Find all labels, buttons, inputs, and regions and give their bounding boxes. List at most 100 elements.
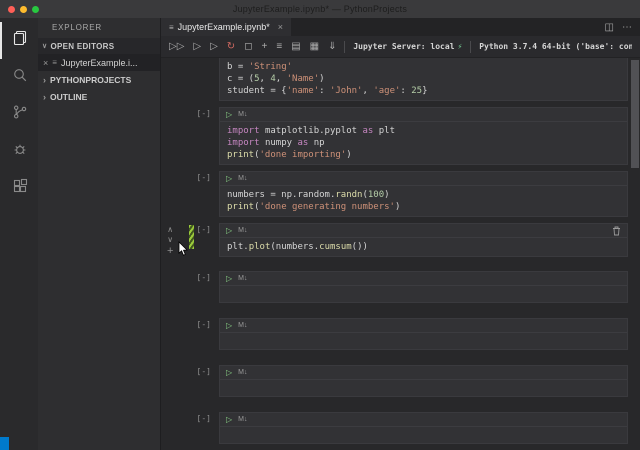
convert-to-markdown-button[interactable]: M↓: [238, 111, 247, 118]
interrupt-kernel-icon[interactable]: ◻: [244, 42, 252, 52]
tabbar-actions: ◫ ⋯: [605, 18, 640, 36]
chevron-right-icon: ›: [43, 75, 46, 85]
status-bar-fragment: [0, 437, 9, 450]
run-cells-below-icon[interactable]: ▷: [193, 42, 201, 52]
server-connected-icon: ⚡: [458, 42, 463, 51]
insert-cell-button[interactable]: +: [167, 245, 173, 257]
open-editor-item[interactable]: × ≡ JupyterExample.i...: [38, 54, 160, 71]
cell-code-editor[interactable]: [220, 333, 627, 349]
mouse-cursor: [178, 241, 189, 257]
notebook-cell: [-] ▷ M↓: [161, 412, 640, 444]
code-line: numbers = np.random.randn(100): [227, 189, 620, 201]
cell-gutter: [-]: [165, 271, 211, 303]
editor-scrollbar[interactable]: [631, 60, 639, 168]
convert-to-markdown-button[interactable]: M↓: [238, 416, 247, 423]
run-cell-button[interactable]: ▷: [226, 227, 232, 235]
tab-label: JupyterExample.ipynb*: [178, 22, 270, 32]
run-cell-button[interactable]: ▷: [226, 275, 232, 283]
tab-bar: ≡ JupyterExample.ipynb* × ◫ ⋯: [161, 18, 640, 36]
cell-container: ▷ M↓: [219, 412, 628, 444]
activity-extensions[interactable]: [0, 170, 38, 207]
notebook-toolbar-icons: ▷▷▷▷↻◻+≡▤▦⇓: [169, 42, 336, 52]
cell-collapse-toggle[interactable]: [-]: [197, 109, 211, 119]
cell-collapse-toggle[interactable]: [-]: [197, 273, 211, 283]
add-cell-icon[interactable]: +: [262, 42, 268, 52]
run-cell-button[interactable]: ▷: [226, 416, 232, 424]
cell-code-editor[interactable]: plt.plot(numbers.cumsum()): [220, 238, 627, 256]
cell-gutter: [-]: [165, 171, 211, 217]
jupyter-server-selector[interactable]: Jupyter Server: local ⚡: [353, 42, 462, 51]
cell-code-editor[interactable]: [220, 427, 627, 443]
delete-cell-button[interactable]: [612, 226, 621, 236]
convert-to-markdown-button[interactable]: M↓: [238, 322, 247, 329]
cell-collapse-toggle[interactable]: [-]: [197, 173, 211, 183]
notebook-cell: [-] ▷ M↓: [161, 365, 640, 397]
convert-cell-icon[interactable]: ≡: [276, 42, 282, 52]
data-viewer-icon[interactable]: ▦: [310, 42, 319, 52]
extensions-icon: [12, 178, 28, 199]
convert-to-markdown-button[interactable]: M↓: [238, 369, 247, 376]
activity-explorer[interactable]: [0, 22, 38, 59]
cell-code-editor[interactable]: import matplotlib.pyplot as pltimport nu…: [220, 122, 627, 164]
close-tab-icon[interactable]: ×: [278, 22, 283, 32]
notebook-cell: b = 'String'c = (5, 4, 'Name')student = …: [161, 58, 640, 101]
move-cell-down-button[interactable]: ∨: [167, 235, 173, 245]
cell-move-controls: ∧∨+: [167, 225, 173, 257]
open-editor-filename: JupyterExample.i...: [61, 58, 138, 68]
code-line: print('done generating numbers'): [227, 201, 620, 213]
jupyter-server-label: Jupyter Server: local: [353, 42, 454, 51]
cell-collapse-toggle[interactable]: [-]: [197, 320, 211, 330]
run-cell-button[interactable]: ▷: [226, 322, 232, 330]
notebook-toolbar: ▷▷▷▷↻◻+≡▤▦⇓ Jupyter Server: local ⚡ Pyth…: [161, 36, 640, 58]
notebook-cells: b = 'String'c = (5, 4, 'Name')student = …: [161, 58, 640, 444]
cell-collapse-toggle[interactable]: [-]: [197, 225, 211, 235]
run-cells-above-icon[interactable]: ▷: [210, 42, 218, 52]
code-line: import matplotlib.pyplot as plt: [227, 125, 620, 137]
close-editor-icon[interactable]: ×: [43, 58, 48, 68]
cell-collapse-toggle[interactable]: [-]: [197, 367, 211, 377]
sidebar-item-pythonprojects[interactable]: › PYTHONPROJECTS: [38, 71, 160, 88]
activity-search[interactable]: [0, 59, 38, 96]
cell-header: ▷ M↓: [220, 319, 627, 333]
tab-jupyterexample[interactable]: ≡ JupyterExample.ipynb* ×: [161, 18, 291, 36]
cell-header: ▷ M↓: [220, 224, 627, 238]
code-line: student = {'name': 'John', 'age': 25}: [227, 85, 620, 97]
split-editor-icon[interactable]: ◫: [605, 22, 614, 33]
convert-to-markdown-button[interactable]: M↓: [238, 175, 247, 182]
more-actions-icon[interactable]: ⋯: [622, 22, 632, 33]
bug-icon: [12, 141, 28, 162]
run-cell-button[interactable]: ▷: [226, 111, 232, 119]
cell-code-editor[interactable]: [220, 380, 627, 396]
sidebar-item-outline[interactable]: › OUTLINE: [38, 88, 160, 105]
activity-bar: [0, 18, 38, 450]
cell-code-editor[interactable]: b = 'String'c = (5, 4, 'Name')student = …: [220, 58, 627, 100]
open-editors-header[interactable]: ∨ OPEN EDITORS: [38, 38, 160, 54]
activity-debug[interactable]: [0, 133, 38, 170]
cell-header: ▷ M↓: [220, 413, 627, 427]
zoom-window-button[interactable]: [32, 6, 39, 13]
variable-explorer-icon[interactable]: ▤: [291, 42, 300, 52]
cell-gutter: [-]: [165, 412, 211, 444]
notebook-cell: [-] ▷ M↓ numbers = np.random.randn(100)prin…: [161, 171, 640, 217]
cell-collapse-toggle[interactable]: [-]: [197, 414, 211, 424]
activity-source-control[interactable]: [0, 96, 38, 133]
editor-area: ≡ JupyterExample.ipynb* × ◫ ⋯ ▷▷▷▷↻◻+≡▤▦…: [160, 18, 640, 450]
run-cell-button[interactable]: ▷: [226, 369, 232, 377]
cell-header: ▷ M↓: [220, 172, 627, 186]
cell-code-editor[interactable]: numbers = np.random.randn(100)print('don…: [220, 186, 627, 216]
convert-to-markdown-button[interactable]: M↓: [238, 227, 247, 234]
python-interpreter-selector[interactable]: Python 3.7.4 64-bit ('base': conda)…: [479, 42, 632, 51]
export-notebook-icon[interactable]: ⇓: [328, 42, 336, 52]
restart-kernel-icon[interactable]: ↻: [227, 42, 235, 52]
files-icon: [12, 30, 28, 51]
run-cell-button[interactable]: ▷: [226, 175, 232, 183]
cell-code-editor[interactable]: [220, 286, 627, 302]
close-window-button[interactable]: [8, 6, 15, 13]
notebook-file-icon: ≡: [169, 23, 174, 32]
convert-to-markdown-button[interactable]: M↓: [238, 275, 247, 282]
code-line: [227, 335, 620, 347]
move-cell-up-button[interactable]: ∧: [167, 225, 173, 235]
run-all-cells-icon[interactable]: ▷▷: [169, 42, 184, 52]
toolbar-separator: [470, 41, 471, 53]
minimize-window-button[interactable]: [20, 6, 27, 13]
